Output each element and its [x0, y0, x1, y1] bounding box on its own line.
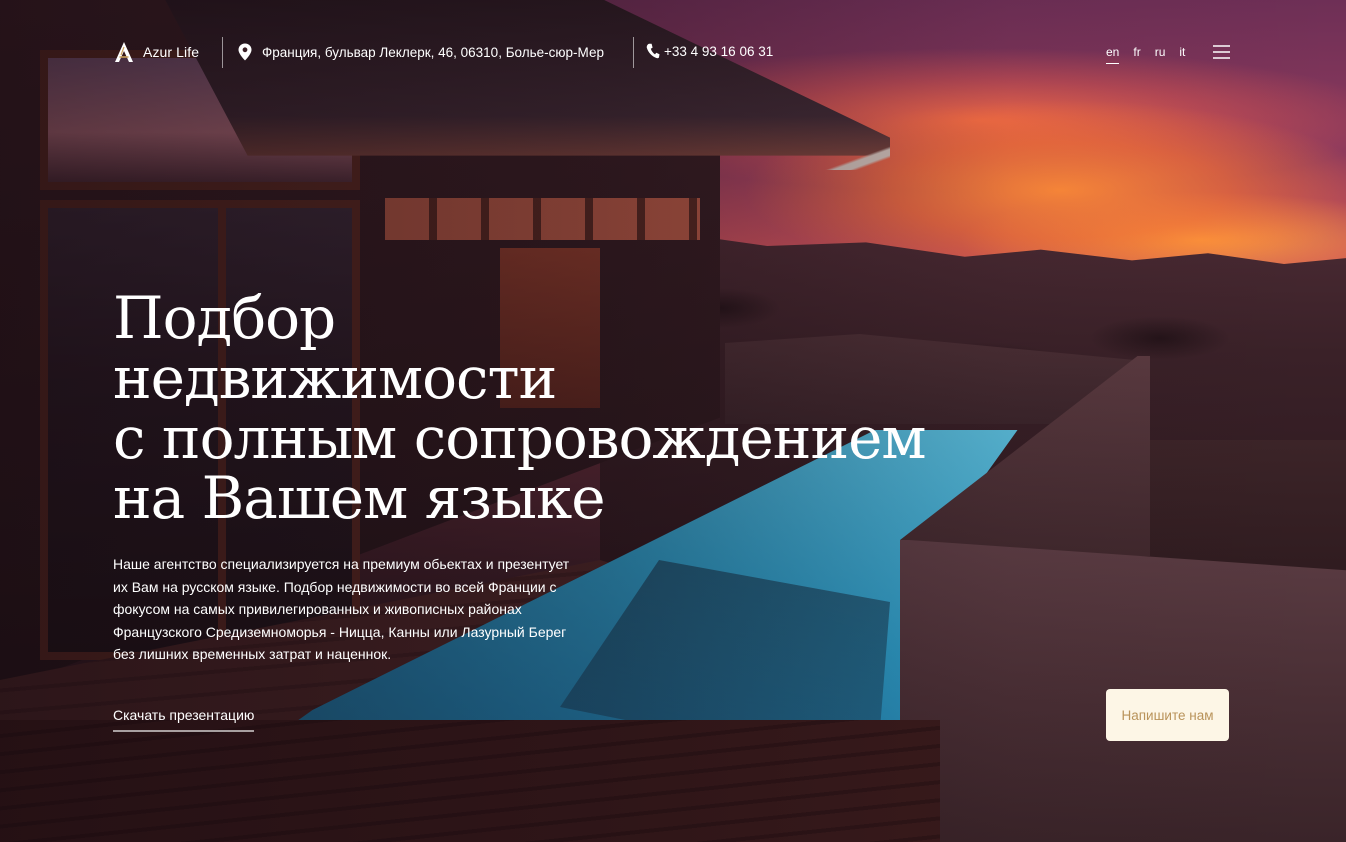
contact-us-button[interactable]: Напишите нам: [1106, 689, 1229, 741]
hero-description-line: фокусом на самых привилегированных и жив…: [113, 601, 522, 617]
hero-title-line: с полным сопровождением: [113, 404, 927, 472]
hero-title-line: на Вашем языке: [113, 464, 606, 532]
hero-description-line: их Вам на русском языке. Подбор недвижим…: [113, 578, 557, 595]
map-pin-icon: [238, 43, 252, 61]
logo-text: Azur Life: [143, 44, 200, 60]
hero-description-line: Наше агентство специализируется на преми…: [113, 556, 570, 572]
address[interactable]: Франция, бульвар Леклерк, 46, 06310, Бол…: [237, 43, 604, 61]
hero-title-line: Подбор: [113, 284, 336, 352]
hamburger-menu-icon[interactable]: [1213, 45, 1230, 59]
hero-description-line: Французского Средиземноморья - Ницца, Ка…: [113, 623, 567, 640]
azur-life-logo-icon: [115, 42, 133, 62]
hero-description: Наше агентство специализируется на преми…: [113, 553, 613, 666]
site-header: Azur Life Франция, бульвар Леклерк, 46, …: [0, 0, 1346, 106]
hero-title-line: недвижимости: [113, 344, 557, 412]
hero-title: Подбор недвижимости с полным сопровожден…: [113, 288, 1013, 528]
phone-link[interactable]: +33 4 93 16 06 31: [646, 43, 773, 59]
phone-number: +33 4 93 16 06 31: [664, 43, 774, 59]
header-divider: [222, 37, 223, 68]
logo-link[interactable]: Azur Life: [113, 41, 199, 63]
download-presentation-link[interactable]: Скачать презентацию: [113, 707, 255, 732]
lang-it[interactable]: it: [1179, 45, 1185, 64]
phone-icon: [646, 43, 660, 59]
lang-fr[interactable]: fr: [1133, 45, 1140, 64]
lang-ru[interactable]: ru: [1155, 45, 1166, 64]
address-text: Франция, бульвар Леклерк, 46, 06310, Бол…: [262, 44, 604, 60]
lang-en[interactable]: en: [1106, 45, 1120, 64]
language-switcher: en fr ru it: [1106, 45, 1185, 64]
header-divider: [633, 37, 634, 68]
hero-description-line: без лишних временных затрат и наценнок.: [113, 646, 392, 662]
